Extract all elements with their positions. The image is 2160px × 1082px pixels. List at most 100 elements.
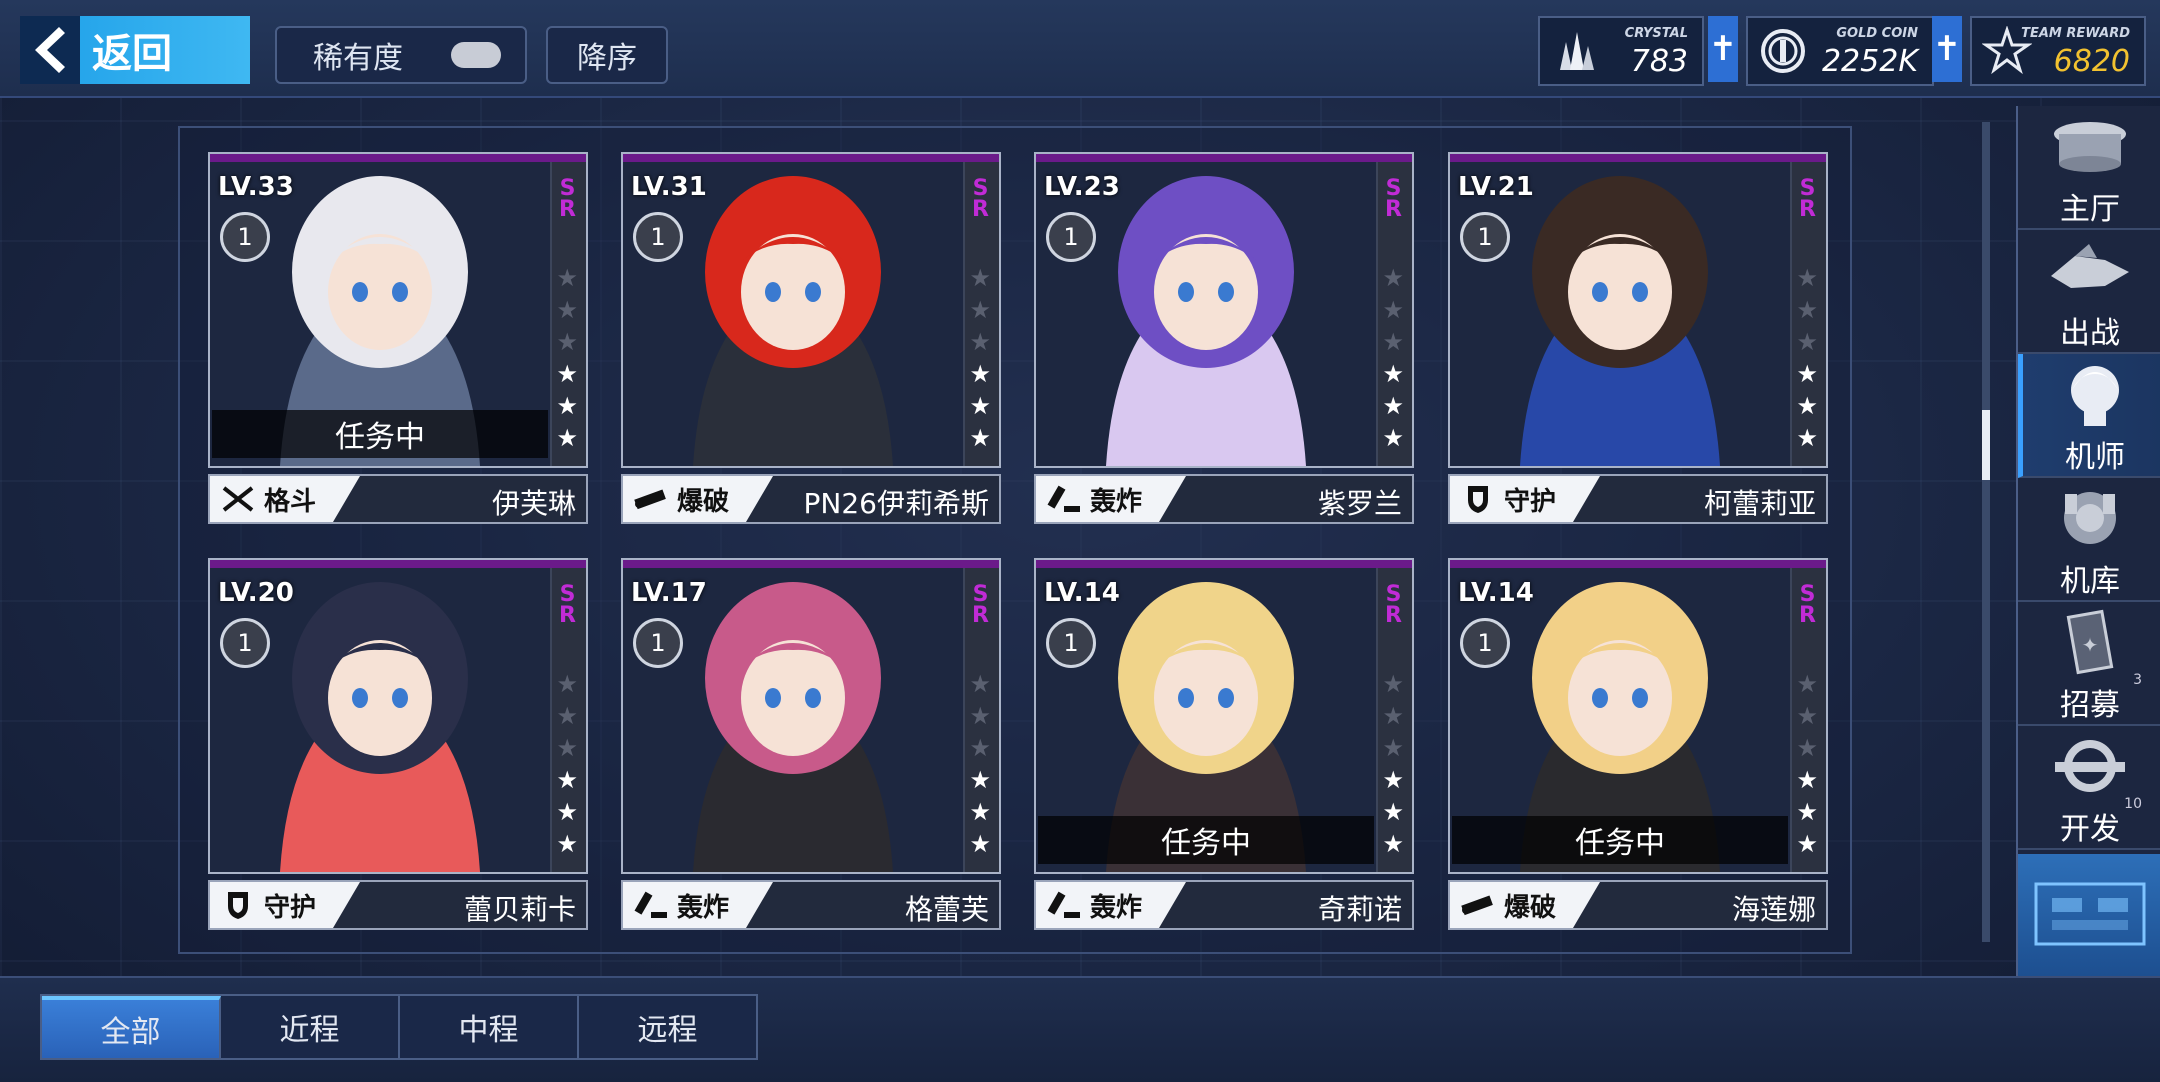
add-crystal-button[interactable]: ✝	[1708, 16, 1738, 82]
demolition-role-icon	[634, 489, 666, 510]
role-label: 轰炸	[1090, 486, 1143, 517]
sort-order-button[interactable]: 降序	[546, 26, 668, 84]
star-filled-icon: ★	[969, 392, 991, 420]
ship-blueprint-icon	[2034, 882, 2146, 946]
pilot-card[interactable]: SR ★ ★ ★ ★ ★ ★ LV.33 1 任务中 格斗 伊芙琳	[208, 152, 588, 524]
star-empty-icon: ★	[1382, 296, 1404, 324]
role-tag: 格斗	[210, 476, 360, 522]
develop-count-badge: 10	[2124, 796, 2142, 812]
hangar-icon	[2064, 492, 2116, 544]
star-filled-icon: ★	[556, 766, 578, 794]
pilot-portrait	[623, 568, 963, 872]
pilot-name: 伊芙琳	[491, 487, 576, 520]
nav-item-pilot[interactable]: 机师	[2018, 354, 2160, 478]
rarity-label: SR	[555, 582, 580, 624]
nav-item-sortie[interactable]: 出战	[2018, 230, 2160, 354]
star-rating: ★ ★ ★ ★ ★ ★	[1796, 670, 1818, 858]
nav-label: 招募	[2060, 688, 2120, 723]
pilot-card[interactable]: SR ★ ★ ★ ★ ★ ★ LV.14 1 任务中 轰炸 奇莉诺	[1034, 558, 1414, 930]
pilot-portrait	[1450, 162, 1790, 466]
star-rating: ★ ★ ★ ★ ★ ★	[556, 670, 578, 858]
rarity-label: 稀有度	[313, 41, 403, 76]
role-tag: 轰炸	[1036, 882, 1186, 928]
tab-short-range[interactable]: 近程	[221, 996, 400, 1058]
star-empty-icon: ★	[969, 264, 991, 292]
role-tag: 爆破	[623, 476, 773, 522]
demolition-role-icon	[1461, 895, 1493, 916]
star-rating: ★ ★ ★ ★ ★ ★	[1382, 264, 1404, 452]
pilot-name: 蕾贝莉卡	[463, 893, 576, 926]
star-empty-icon: ★	[969, 328, 991, 356]
star-filled-icon: ★	[556, 830, 578, 858]
pilot-portrait-frame: SR ★ ★ ★ ★ ★ ★ LV.17 1	[621, 558, 1001, 874]
star-empty-icon: ★	[1796, 734, 1818, 762]
rarity-label: SR	[968, 582, 993, 624]
svg-text:✦: ✦	[2082, 633, 2099, 657]
role-label: 轰炸	[677, 892, 730, 923]
star-empty-icon: ★	[1796, 264, 1818, 292]
pilot-card[interactable]: SR ★ ★ ★ ★ ★ ★ LV.21 1 守护 柯蕾莉亚	[1448, 152, 1828, 524]
develop-icon	[2055, 740, 2125, 792]
rarity-top-line	[210, 560, 586, 568]
pilot-card[interactable]: SR ★ ★ ★ ★ ★ ★ LV.14 1 任务中 爆破 海莲娜	[1448, 558, 1828, 930]
pilot-card[interactable]: SR ★ ★ ★ ★ ★ ★ LV.17 1 轰炸 格蕾芙	[621, 558, 1001, 930]
star-empty-icon: ★	[556, 702, 578, 730]
star-empty-icon: ★	[1382, 264, 1404, 292]
pilot-info-bar: 轰炸 紫罗兰	[1034, 474, 1414, 524]
rarity-sidebar: SR ★ ★ ★ ★ ★ ★	[963, 568, 999, 872]
star-filled-icon: ★	[1796, 360, 1818, 388]
scrollbar-thumb[interactable]	[1982, 410, 1990, 480]
star-rating: ★ ★ ★ ★ ★ ★	[1382, 670, 1404, 858]
star-empty-icon: ★	[1796, 328, 1818, 356]
team-reward-counter: TEAM REWARD 6820	[1970, 16, 2146, 86]
rank-badge: 1	[633, 618, 683, 668]
melee-role-icon	[222, 486, 254, 512]
rank-badge: 1	[633, 212, 683, 262]
pilot-name: 柯蕾莉亚	[1703, 487, 1816, 520]
nav-item-recruit[interactable]: ✦ 招募 3	[2018, 602, 2160, 726]
nav-item-develop[interactable]: 开发 10	[2018, 726, 2160, 850]
add-gold-button[interactable]: ✝	[1932, 16, 1962, 82]
star-empty-icon: ★	[969, 734, 991, 762]
role-tag: 守护	[1450, 476, 1600, 522]
pilot-portrait-frame: SR ★ ★ ★ ★ ★ ★ LV.20 1	[208, 558, 588, 874]
star-empty-icon: ★	[969, 702, 991, 730]
rarity-sidebar: SR ★ ★ ★ ★ ★ ★	[1790, 162, 1826, 466]
scrollbar-track[interactable]	[1982, 122, 1990, 942]
tab-long-range[interactable]: 远程	[579, 996, 756, 1058]
back-button[interactable]: 返回	[20, 16, 250, 84]
star-empty-icon: ★	[556, 328, 578, 356]
star-rating: ★ ★ ★ ★ ★ ★	[969, 264, 991, 452]
pilot-portrait-frame: SR ★ ★ ★ ★ ★ ★ LV.31 1	[621, 152, 1001, 468]
rarity-top-line	[1036, 560, 1412, 568]
star-empty-icon: ★	[1796, 296, 1818, 324]
rarity-filter-toggle[interactable]: 稀有度	[275, 26, 527, 84]
pilot-info-bar: 守护 蕾贝莉卡	[208, 880, 588, 930]
pilot-card[interactable]: SR ★ ★ ★ ★ ★ ★ LV.20 1 守护 蕾贝莉卡	[208, 558, 588, 930]
hangar-preview-image[interactable]	[2018, 854, 2160, 976]
star-empty-icon: ★	[1382, 328, 1404, 356]
bomber-role-icon	[1047, 891, 1080, 918]
pilot-info-bar: 轰炸 格蕾芙	[621, 880, 1001, 930]
tab-mid-range[interactable]: 中程	[400, 996, 579, 1058]
nav-item-hangar[interactable]: 机库	[2018, 478, 2160, 602]
toggle-switch-icon[interactable]	[451, 42, 501, 68]
range-filter-tabs: 全部 近程 中程 远程	[40, 994, 758, 1060]
star-rating: ★ ★ ★ ★ ★ ★	[1796, 264, 1818, 452]
rarity-label: SR	[1381, 176, 1406, 218]
pilot-portrait-frame: SR ★ ★ ★ ★ ★ ★ LV.14 1 任务中	[1034, 558, 1414, 874]
on-mission-overlay: 任务中	[1452, 816, 1788, 864]
tab-all[interactable]: 全部	[42, 996, 221, 1058]
pilot-card[interactable]: SR ★ ★ ★ ★ ★ ★ LV.23 1 轰炸 紫罗兰	[1034, 152, 1414, 524]
pilot-card[interactable]: SR ★ ★ ★ ★ ★ ★ LV.31 1 爆破 PN26伊莉希斯	[621, 152, 1001, 524]
pilot-name: PN26伊莉希斯	[803, 487, 989, 520]
role-tag: 守护	[210, 882, 360, 928]
pilot-portrait	[1036, 162, 1376, 466]
crystal-name: CRYSTAL	[1624, 26, 1688, 41]
star-empty-icon: ★	[556, 296, 578, 324]
nav-item-hall[interactable]: 主厅	[2018, 106, 2160, 230]
rarity-sidebar: SR ★ ★ ★ ★ ★ ★	[1376, 568, 1412, 872]
pilot-level: LV.20	[218, 578, 294, 608]
star-filled-icon: ★	[969, 424, 991, 452]
rarity-label: SR	[1381, 582, 1406, 624]
